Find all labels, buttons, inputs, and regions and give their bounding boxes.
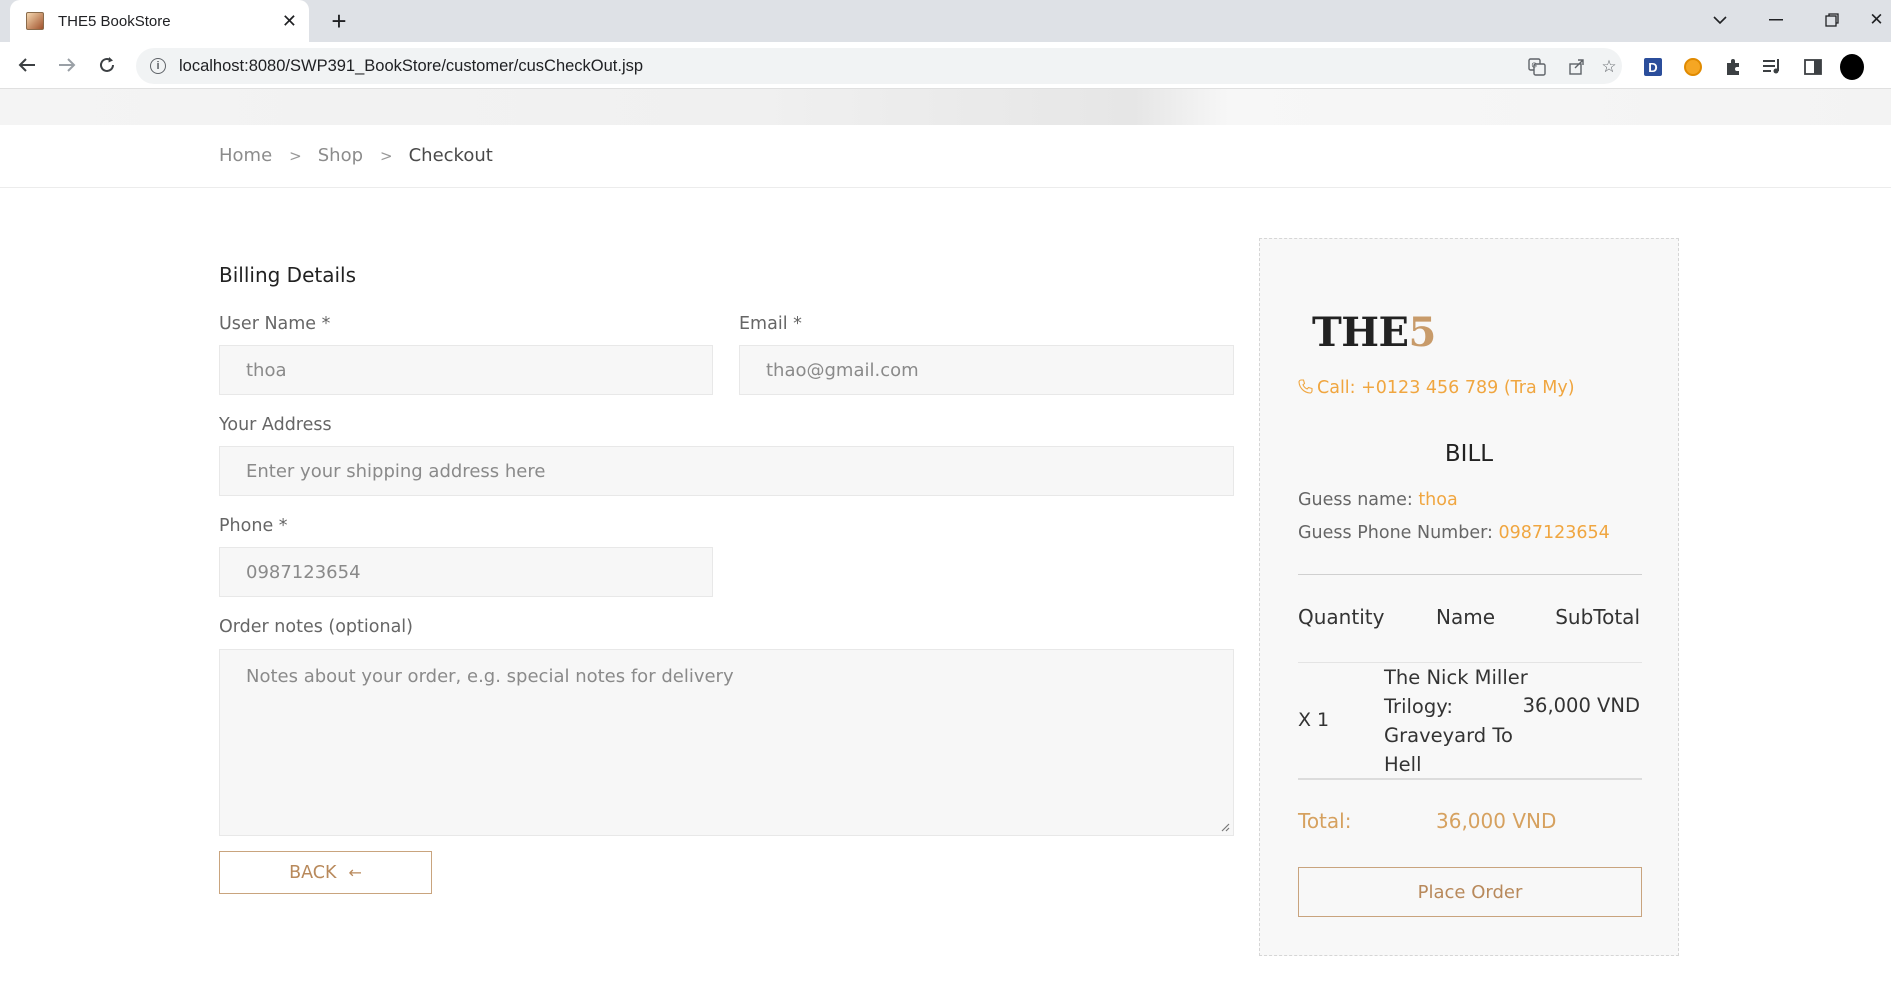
- browser-toolbar: i localhost:8080/SWP391_BookStore/custom…: [0, 42, 1891, 89]
- side-panel-icon[interactable]: [1801, 55, 1825, 79]
- item-name: The Nick Miller Trilogy: Graveyard To He…: [1384, 666, 1528, 776]
- logo-accent: 5: [1408, 309, 1437, 356]
- arrow-left-icon: ←: [348, 863, 362, 882]
- url-text: localhost:8080/SWP391_BookStore/customer…: [179, 56, 644, 75]
- breadcrumb: Home > Shop > Checkout: [219, 145, 493, 166]
- new-tab-plus-icon[interactable]: +: [324, 6, 354, 36]
- bill-panel: THE5 Call: +0123 456 789 (Tra My) BILL G…: [1259, 238, 1679, 956]
- extension-speedometer-icon[interactable]: [1681, 55, 1705, 79]
- guest-name-label: Guess name:: [1298, 490, 1419, 510]
- breadcrumb-shop-link[interactable]: Shop: [318, 145, 363, 166]
- extension-d-icon[interactable]: D: [1641, 55, 1665, 79]
- minimize-icon[interactable]: [1756, 6, 1796, 34]
- tab-title: THE5 BookStore: [58, 12, 171, 30]
- translate-icon[interactable]: G: [1526, 56, 1548, 78]
- guest-phone-line: Guess Phone Number: 0987123654: [1298, 523, 1610, 543]
- guest-name-line: Guess name: thoa: [1298, 490, 1458, 510]
- username-label: User Name *: [219, 314, 331, 334]
- place-order-button[interactable]: Place Order: [1298, 867, 1642, 917]
- guest-name-value: thoa: [1418, 490, 1458, 510]
- bookmark-star-icon[interactable]: ☆: [1598, 56, 1620, 78]
- back-button-label: BACK: [289, 862, 337, 883]
- order-notes-textarea[interactable]: Notes about your order, e.g. special not…: [219, 649, 1234, 836]
- quantity-header: Quantity: [1298, 605, 1385, 629]
- billing-details-title: Billing Details: [219, 263, 357, 287]
- total-value: 36,000 VND: [1436, 809, 1557, 833]
- address-label: Your Address: [219, 415, 332, 435]
- restore-icon[interactable]: [1812, 6, 1852, 34]
- subtotal-header: SubTotal: [1555, 605, 1640, 629]
- item-subtotal: 36,000 VND: [1522, 694, 1640, 717]
- phone-icon: [1298, 378, 1313, 398]
- svg-text:G: G: [1532, 63, 1537, 70]
- divider: [1298, 574, 1642, 575]
- guest-phone-value: 0987123654: [1498, 523, 1610, 543]
- back-arrow-icon[interactable]: [12, 50, 42, 80]
- forward-arrow-icon[interactable]: [52, 50, 82, 80]
- resize-grip-icon[interactable]: [1220, 822, 1230, 832]
- logo-text: THE: [1312, 309, 1409, 356]
- breadcrumb-home-link[interactable]: Home: [219, 145, 272, 166]
- address-input[interactable]: Enter your shipping address here: [219, 446, 1234, 496]
- back-button[interactable]: BACK ←: [219, 851, 432, 894]
- guest-phone-label: Guess Phone Number:: [1298, 523, 1499, 543]
- phone-input[interactable]: 0987123654: [219, 547, 713, 597]
- divider: [1298, 778, 1642, 780]
- tab-search-chevron-icon[interactable]: [1700, 6, 1740, 34]
- breadcrumb-current: Checkout: [408, 145, 493, 166]
- email-input[interactable]: thao@gmail.com: [739, 345, 1234, 395]
- username-input[interactable]: thoa: [219, 345, 713, 395]
- store-logo[interactable]: THE5: [1312, 309, 1436, 356]
- browser-tab-bar: THE5 BookStore ✕ + ✕: [0, 0, 1891, 42]
- share-icon[interactable]: [1566, 56, 1588, 78]
- total-label: Total:: [1298, 809, 1352, 833]
- reload-icon[interactable]: [92, 50, 122, 80]
- breadcrumb-bar: Home > Shop > Checkout: [0, 125, 1891, 188]
- browser-tab[interactable]: THE5 BookStore ✕: [10, 0, 309, 42]
- bill-title: BILL: [1444, 441, 1494, 467]
- phone-label: Phone *: [219, 516, 288, 536]
- email-label: Email *: [739, 314, 802, 334]
- item-quantity: X 1: [1298, 709, 1330, 731]
- name-header: Name: [1436, 605, 1496, 629]
- close-window-icon[interactable]: ✕: [1862, 6, 1891, 34]
- breadcrumb-chevron-icon: >: [289, 146, 302, 165]
- hero-banner-strip: [0, 89, 1891, 125]
- profile-avatar[interactable]: [1840, 54, 1864, 80]
- tab-close-icon[interactable]: ✕: [282, 11, 297, 32]
- address-bar[interactable]: i localhost:8080/SWP391_BookStore/custom…: [136, 48, 1622, 84]
- call-text: Call: +0123 456 789 (Tra My): [1317, 378, 1575, 398]
- breadcrumb-chevron-icon: >: [380, 146, 393, 165]
- order-notes-label: Order notes (optional): [219, 617, 413, 637]
- favicon-icon: [26, 12, 44, 30]
- extensions-puzzle-icon[interactable]: [1721, 55, 1745, 79]
- media-queue-icon[interactable]: [1761, 55, 1785, 79]
- site-info-icon[interactable]: i: [150, 58, 166, 74]
- order-notes-placeholder: Notes about your order, e.g. special not…: [246, 666, 734, 687]
- call-line: Call: +0123 456 789 (Tra My): [1298, 378, 1575, 398]
